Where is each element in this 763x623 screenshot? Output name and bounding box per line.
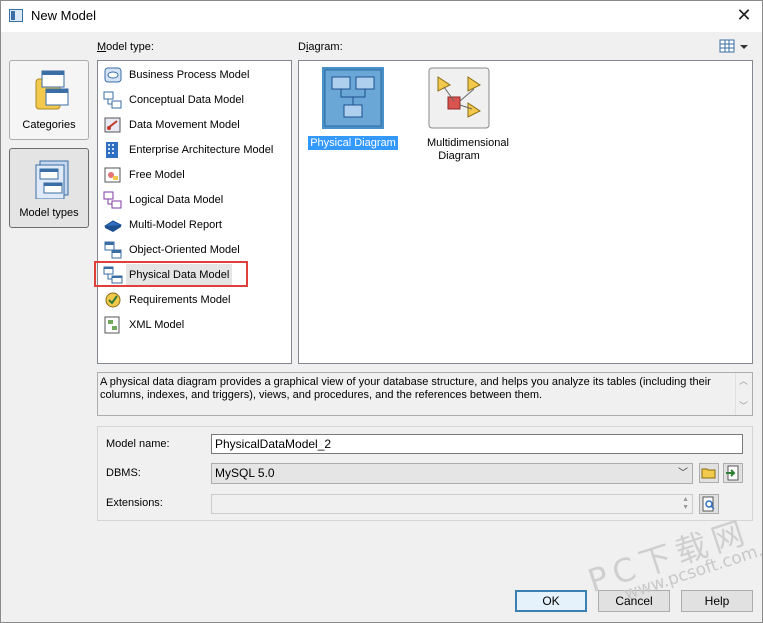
new-model-dialog: New Model ✕ Categories Model types Model… [0, 0, 763, 623]
data-movement-icon [104, 117, 121, 133]
close-button[interactable]: ✕ [730, 3, 758, 29]
physical-diagram-label: Physical Diagram [308, 136, 398, 150]
model-name-input[interactable]: PhysicalDataModel_2 [211, 434, 743, 454]
cancel-button[interactable]: Cancel [598, 590, 670, 612]
requirements-icon [105, 292, 121, 308]
scroll-down-icon[interactable]: ﹀ [739, 400, 748, 413]
categories-label: Categories [22, 119, 76, 131]
diagram-item-multidimensional[interactable]: Multidimensional Diagram [411, 67, 509, 162]
title-bar: New Model ✕ [1, 1, 762, 32]
model-types-button[interactable]: Model types [9, 148, 89, 228]
list-item[interactable]: Free Model [102, 164, 287, 186]
help-button[interactable]: Help [681, 590, 753, 612]
xml-model-icon [104, 316, 120, 334]
chevron-down-icon: ﹀ [678, 468, 688, 479]
diagram-list[interactable]: Physical Diagram Multidimensional Diagra… [298, 60, 753, 364]
window-icon [9, 9, 23, 22]
diagram-label: Diagram: [298, 41, 343, 53]
dbms-label: DBMS: [106, 467, 141, 479]
list-item[interactable]: Multi-Model Report [102, 214, 287, 236]
list-item[interactable]: XML Model [102, 314, 287, 336]
list-item[interactable]: Enterprise Architecture Model [102, 139, 287, 161]
description-scrollbar[interactable]: ︿ ﹀ [735, 373, 752, 415]
conceptual-data-icon [103, 91, 122, 109]
list-item[interactable]: Logical Data Model [102, 189, 287, 211]
list-item[interactable]: Object-Oriented Model [102, 239, 287, 261]
categories-button[interactable]: Categories [9, 60, 89, 140]
spin-down-icon: ▼ [682, 504, 689, 511]
list-item[interactable]: Data Movement Model [102, 114, 287, 136]
physical-diagram-icon [322, 67, 384, 129]
extensions-field[interactable]: ▲ ▼ [211, 494, 693, 514]
document-arrow-icon [726, 465, 739, 481]
multidimensional-diagram-icon [428, 67, 490, 129]
business-process-icon [104, 67, 122, 83]
enterprise-architecture-icon [106, 142, 118, 158]
model-name-label: Model name: [106, 438, 170, 450]
multidimensional-diagram-label: Multidimensional Diagram [427, 137, 509, 162]
list-item[interactable]: Business Process Model [102, 64, 287, 86]
model-type-list[interactable]: Business Process Model Conceptual Data M… [97, 60, 292, 364]
embed-dbms-button[interactable] [723, 463, 743, 483]
list-item[interactable]: Requirements Model [102, 289, 287, 311]
dbms-select[interactable]: MySQL 5.0 ﹀ [211, 463, 693, 484]
folder-icon [701, 468, 716, 479]
window-title: New Model [31, 8, 97, 23]
free-model-icon [104, 167, 121, 183]
object-oriented-icon [104, 241, 122, 259]
scroll-up-icon[interactable]: ︿ [739, 375, 748, 388]
extensions-label: Extensions: [106, 497, 163, 509]
logical-data-icon [103, 191, 122, 209]
multi-model-report-icon [103, 220, 123, 232]
categories-icon [35, 70, 69, 110]
spin-up-icon: ▲ [682, 496, 689, 503]
ok-button[interactable]: OK [515, 590, 587, 612]
search-document-icon [702, 496, 715, 512]
model-type-label: Model type: [97, 41, 154, 53]
extensions-browse-button[interactable] [699, 494, 719, 514]
model-description: A physical data diagram provides a graph… [97, 372, 753, 416]
view-options-icon[interactable] [719, 39, 753, 55]
model-types-label: Model types [19, 207, 79, 219]
highlight-annotation [94, 261, 248, 287]
browse-folder-button[interactable] [699, 463, 719, 483]
model-types-icon [35, 160, 69, 199]
list-item[interactable]: Conceptual Data Model [102, 89, 287, 111]
diagram-item-physical[interactable]: Physical Diagram [307, 67, 399, 157]
